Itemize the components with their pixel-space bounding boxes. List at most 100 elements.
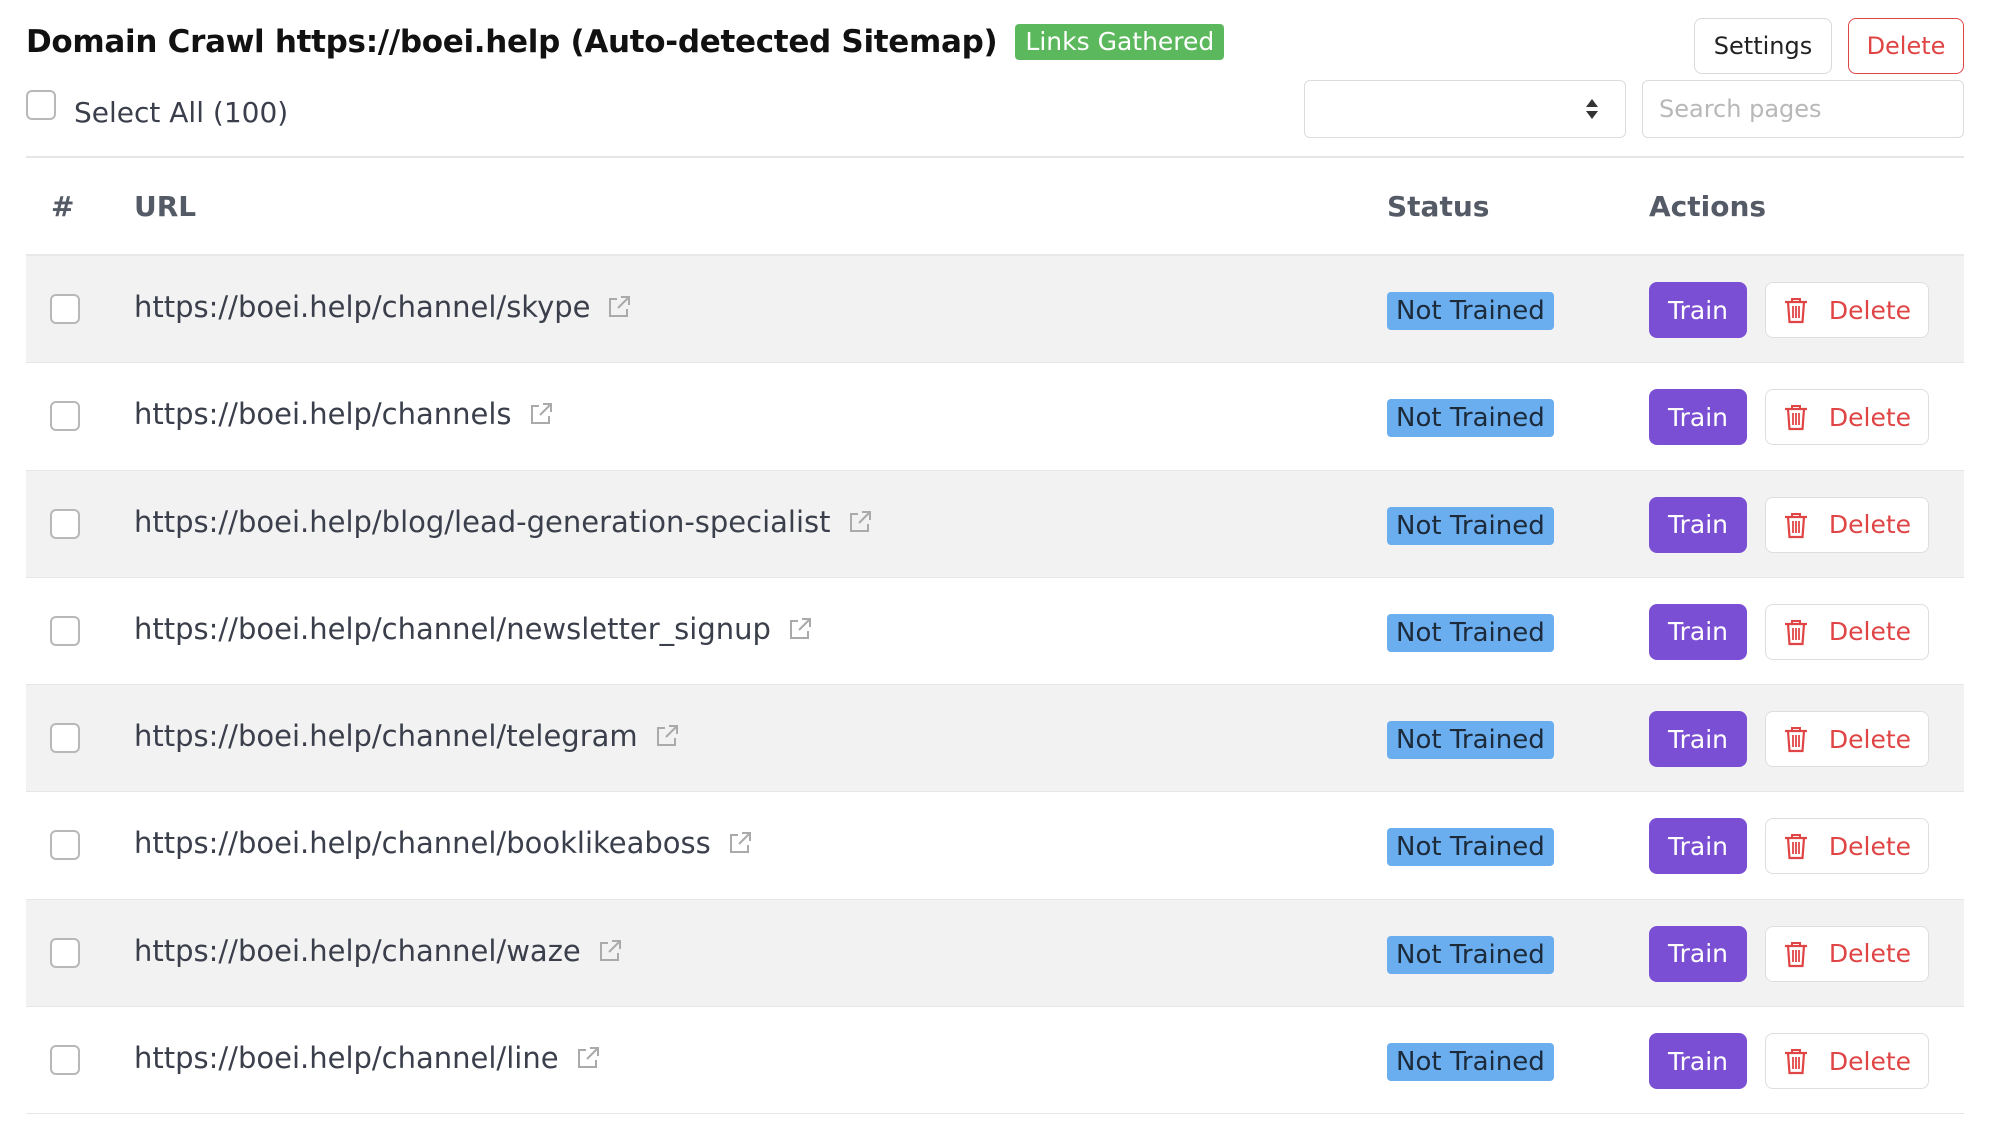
row-delete-button[interactable]: Delete (1765, 818, 1929, 875)
status-badge: Not Trained (1387, 935, 1554, 974)
table-row: https://boei.help/channel/line Not Traine… (26, 1007, 1964, 1115)
trash-icon (1783, 1047, 1809, 1075)
url-cell: https://boei.help/channel/line (134, 1041, 603, 1075)
train-button[interactable]: Train (1649, 603, 1747, 660)
external-link-icon[interactable] (725, 828, 755, 858)
row-checkbox[interactable] (50, 1045, 80, 1076)
train-button[interactable]: Train (1649, 818, 1747, 875)
settings-button[interactable]: Settings (1694, 18, 1832, 74)
table-body: https://boei.help/channel/skype Not Train… (26, 256, 1964, 1115)
external-link-icon[interactable] (845, 507, 875, 537)
row-delete-button[interactable]: Delete (1765, 496, 1929, 553)
table-header: # URL Status Actions (26, 158, 1964, 256)
status-badge: Not Trained (1387, 506, 1554, 545)
status-filter-select[interactable] (1304, 80, 1626, 138)
trash-icon (1783, 725, 1809, 753)
train-button[interactable]: Train (1649, 389, 1747, 446)
row-delete-button[interactable]: Delete (1765, 711, 1929, 768)
page-url: https://boei.help/channel/skype (134, 290, 591, 324)
table-row: https://boei.help/channel/newsletter_sig… (26, 578, 1964, 686)
domain-crawl-page: Domain Crawl https://boei.help (Auto-det… (0, 0, 1990, 1122)
row-delete-button[interactable]: Delete (1765, 603, 1929, 660)
external-link-icon[interactable] (595, 936, 625, 966)
external-link-icon[interactable] (604, 292, 634, 322)
page-url: https://boei.help/channels (134, 397, 512, 432)
row-delete-button[interactable]: Delete (1765, 925, 1929, 982)
url-cell: https://boei.help/channel/newsletter_sig… (134, 612, 815, 646)
trash-icon (1783, 832, 1809, 860)
page-url: https://boei.help/channel/newsletter_sig… (134, 611, 771, 646)
row-delete-button[interactable]: Delete (1765, 389, 1929, 446)
trash-icon (1783, 511, 1809, 539)
select-all-checkbox[interactable] (26, 89, 56, 120)
links-gathered-badge: Links Gathered (1015, 24, 1225, 60)
url-cell: https://boei.help/channels (134, 397, 556, 431)
train-button[interactable]: Train (1649, 1033, 1747, 1090)
table-row: https://boei.help/channel/telegram Not Tr… (26, 685, 1964, 793)
select-all[interactable]: Select All (100) (26, 88, 288, 129)
row-delete-label: Delete (1828, 831, 1912, 861)
table-row: https://boei.help/channel/booklikeaboss N… (26, 792, 1964, 900)
external-link-icon[interactable] (573, 1043, 603, 1073)
trash-icon (1783, 403, 1809, 431)
url-cell: https://boei.help/channel/telegram (134, 719, 682, 753)
trash-icon (1783, 296, 1809, 324)
column-header-number: # (51, 190, 75, 223)
delete-crawl-button[interactable]: Delete (1848, 18, 1964, 74)
train-button[interactable]: Train (1649, 925, 1747, 982)
trash-icon (1783, 940, 1809, 968)
trash-icon (1783, 618, 1809, 646)
external-link-icon[interactable] (526, 399, 556, 429)
row-delete-label: Delete (1828, 295, 1912, 325)
status-badge: Not Trained (1387, 399, 1554, 438)
url-cell: https://boei.help/channel/booklikeaboss (134, 826, 755, 860)
row-delete-label: Delete (1828, 402, 1912, 432)
page-url: https://boei.help/channel/waze (134, 933, 581, 968)
row-delete-button[interactable]: Delete (1765, 1033, 1929, 1090)
status-badge: Not Trained (1387, 828, 1554, 867)
column-header-actions: Actions (1649, 190, 1767, 223)
table-row: https://boei.help/channel/skype Not Train… (26, 256, 1964, 364)
train-button[interactable]: Train (1649, 711, 1747, 768)
page-url: https://boei.help/channel/booklikeaboss (134, 826, 711, 861)
table-row: https://boei.help/channel/waze Not Traine… (26, 899, 1964, 1008)
row-delete-label: Delete (1828, 510, 1912, 540)
row-checkbox[interactable] (50, 508, 80, 539)
train-button[interactable]: Train (1649, 282, 1747, 338)
row-delete-label: Delete (1828, 939, 1912, 969)
sort-arrows-icon (1586, 99, 1598, 119)
row-delete-label: Delete (1828, 1046, 1912, 1076)
row-checkbox[interactable] (50, 401, 80, 432)
row-checkbox[interactable] (50, 830, 80, 861)
page-url: https://boei.help/channel/line (134, 1041, 559, 1076)
row-delete-button[interactable]: Delete (1765, 282, 1929, 338)
row-checkbox[interactable] (50, 294, 80, 324)
page-url: https://boei.help/channel/telegram (134, 719, 638, 754)
status-badge: Not Trained (1387, 292, 1554, 330)
select-all-label: Select All (100) (74, 96, 289, 129)
search-pages-input[interactable] (1642, 80, 1964, 138)
page-title: Domain Crawl https://boei.help (Auto-det… (26, 24, 998, 60)
title-row: Domain Crawl https://boei.help (Auto-det… (26, 24, 1225, 60)
train-button[interactable]: Train (1649, 496, 1747, 553)
status-badge: Not Trained (1387, 613, 1554, 652)
row-checkbox[interactable] (50, 937, 80, 968)
pages-table: # URL Status Actions https://boei.help/c… (26, 156, 1964, 1115)
status-badge: Not Trained (1387, 1043, 1554, 1082)
row-checkbox[interactable] (50, 723, 80, 754)
column-header-url: URL (134, 190, 197, 223)
url-cell: https://boei.help/blog/lead-generation-s… (134, 505, 875, 539)
url-cell: https://boei.help/channel/waze (134, 934, 625, 968)
external-link-icon[interactable] (785, 614, 815, 644)
table-row: https://boei.help/blog/lead-generation-s… (26, 470, 1964, 578)
page-url: https://boei.help/blog/lead-generation-s… (134, 504, 831, 539)
status-badge: Not Trained (1387, 721, 1554, 760)
external-link-icon[interactable] (652, 721, 682, 751)
column-header-status: Status (1387, 190, 1490, 223)
crawl-header: Domain Crawl https://boei.help (Auto-det… (26, 14, 1964, 154)
row-delete-label: Delete (1828, 724, 1912, 754)
row-delete-label: Delete (1828, 617, 1912, 647)
row-checkbox[interactable] (50, 615, 80, 646)
table-row: https://boei.help/channels Not Trained Tra… (26, 363, 1964, 471)
url-cell: https://boei.help/channel/skype (134, 290, 634, 324)
